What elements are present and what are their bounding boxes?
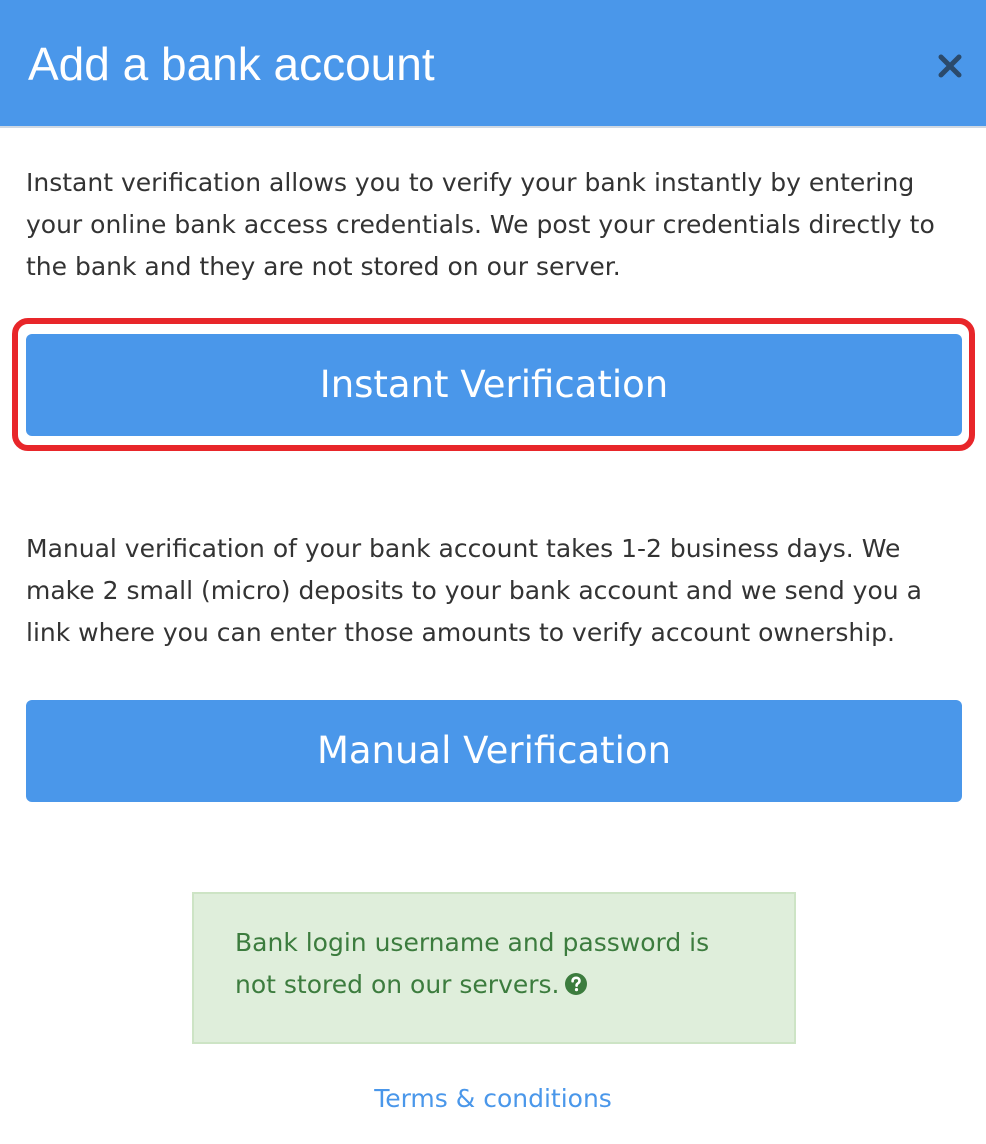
security-notice-line-1: Bank login username and password is: [235, 928, 710, 957]
modal-header: Add a bank account: [0, 0, 986, 128]
security-notice: Bank login username and password is not …: [192, 892, 796, 1044]
instant-verification-button[interactable]: Instant Verification: [26, 334, 962, 436]
modal-title: Add a bank account: [28, 38, 435, 90]
terms-conditions-link[interactable]: Terms & conditions: [0, 1079, 986, 1119]
security-notice-line-2-wrap: not stored on our servers.: [235, 964, 754, 1006]
question-circle-icon[interactable]: [564, 972, 588, 996]
instant-verification-description: Instant verification allows you to verif…: [26, 168, 935, 281]
manual-verification-button[interactable]: Manual Verification: [26, 700, 962, 802]
security-notice-line-2: not stored on our servers.: [235, 970, 560, 999]
close-button[interactable]: [930, 46, 970, 86]
close-icon: [930, 46, 970, 86]
manual-verification-description: Manual verification of your bank account…: [26, 534, 922, 647]
